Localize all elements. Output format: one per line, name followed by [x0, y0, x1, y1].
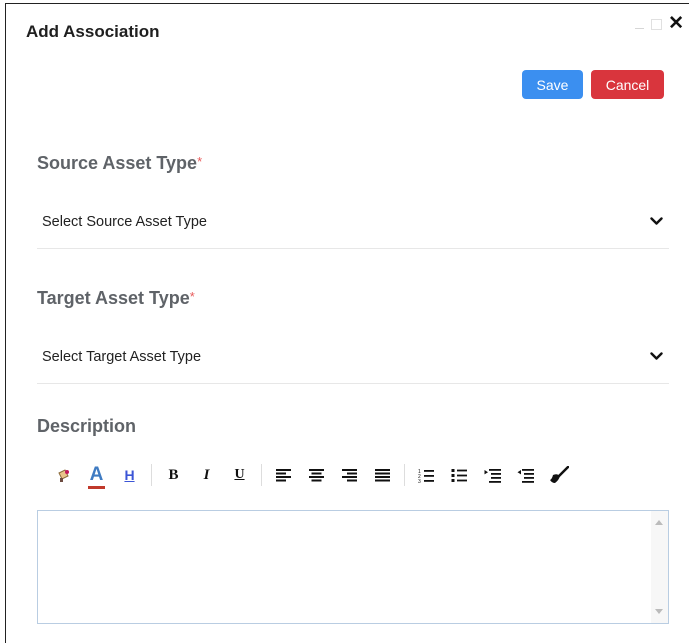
- editor-scrollbar[interactable]: [651, 511, 668, 623]
- toolbar-divider: [151, 464, 152, 486]
- italic-icon[interactable]: I: [190, 460, 223, 490]
- source-asset-type-label: Source Asset Type*: [37, 153, 202, 174]
- unordered-list-icon[interactable]: [443, 460, 476, 490]
- scroll-down-icon[interactable]: [655, 609, 663, 614]
- target-label-text: Target Asset Type: [37, 288, 190, 308]
- close-icon[interactable]: ✕: [668, 14, 684, 33]
- dialog-title: Add Association: [26, 22, 160, 41]
- highlight-icon[interactable]: H: [113, 460, 146, 490]
- align-left-icon[interactable]: [267, 460, 300, 490]
- source-asset-type-select[interactable]: Select Source Asset Type: [37, 195, 669, 249]
- align-right-icon[interactable]: [333, 460, 366, 490]
- toolbar-divider: [261, 464, 262, 486]
- justify-icon[interactable]: [366, 460, 399, 490]
- description-label: Description: [37, 416, 137, 436]
- clear-format-icon[interactable]: [542, 460, 575, 490]
- scroll-up-icon[interactable]: [655, 520, 663, 525]
- description-editor[interactable]: [37, 510, 669, 624]
- chevron-down-icon: [649, 350, 663, 364]
- source-select-value: Select Source Asset Type: [42, 213, 207, 230]
- maximize-icon[interactable]: [651, 18, 663, 30]
- indent-icon[interactable]: [476, 460, 509, 490]
- bold-icon[interactable]: B: [157, 460, 190, 490]
- description-editor-content[interactable]: [44, 517, 646, 617]
- target-select-value: Select Target Asset Type: [42, 348, 202, 365]
- highlight-glyph: H: [124, 467, 135, 483]
- cancel-button[interactable]: Cancel: [591, 70, 664, 99]
- required-mark: *: [197, 154, 203, 169]
- window-controls: ✕: [635, 14, 684, 34]
- chevron-down-icon: [649, 215, 663, 229]
- align-center-icon[interactable]: [300, 460, 333, 490]
- save-button[interactable]: Save: [522, 70, 583, 99]
- source-label-text: Source Asset Type: [37, 153, 198, 173]
- toolbar-divider: [404, 464, 405, 486]
- required-mark: *: [189, 289, 195, 304]
- paint-icon[interactable]: [47, 460, 80, 490]
- svg-text:3: 3: [418, 479, 421, 483]
- ordered-list-icon[interactable]: 123: [410, 460, 443, 490]
- target-asset-type-label: Target Asset Type*: [37, 288, 195, 309]
- minimize-icon[interactable]: [635, 19, 645, 29]
- editor-toolbar: A H B I U 123: [47, 459, 575, 491]
- font-color-icon[interactable]: A: [80, 460, 113, 490]
- outdent-icon[interactable]: [509, 460, 542, 490]
- target-asset-type-select[interactable]: Select Target Asset Type: [37, 330, 669, 384]
- font-color-glyph: A: [87, 464, 106, 489]
- underline-icon[interactable]: U: [223, 460, 256, 490]
